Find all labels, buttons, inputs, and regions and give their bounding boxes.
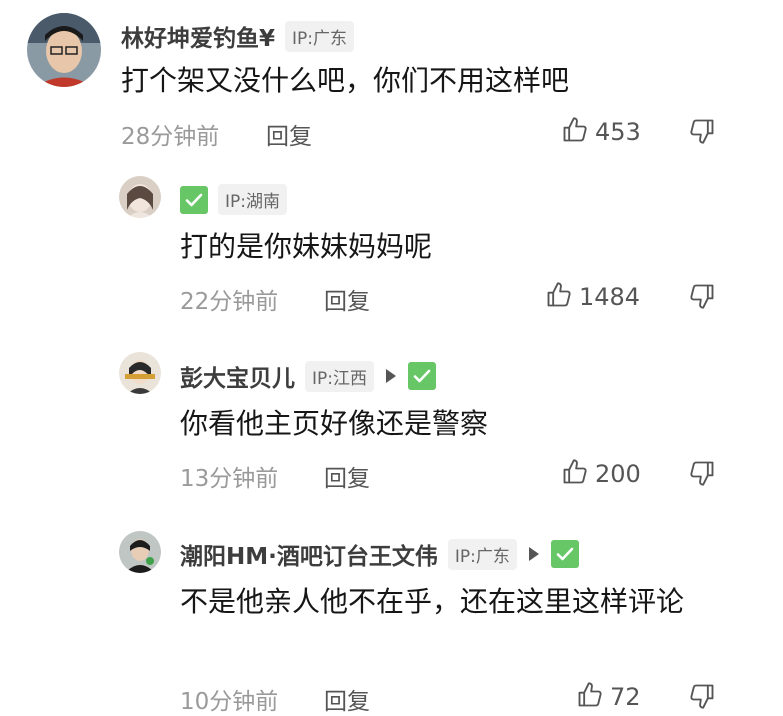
username[interactable]: 潮阳HM·酒吧订台王文伟: [180, 537, 438, 571]
like-button[interactable]: 72: [576, 681, 641, 713]
play-triangle-icon: [528, 547, 539, 561]
username[interactable]: 林好坤爱钓鱼¥: [121, 19, 275, 53]
comment-text[interactable]: 打的是你妹妹妈妈呢: [180, 224, 432, 270]
comment-timestamp: 28分钟前: [121, 124, 220, 150]
thumbs-up-icon: [576, 681, 604, 713]
reply-comment-item: 彭大宝贝儿 IP:江西 你看他主页好像还是警察 13分钟前 回复 200: [0, 330, 783, 510]
reply-comment-item: IP:湖南 打的是你妹妹妈妈呢 22分钟前 回复 1484: [0, 160, 783, 330]
like-count: 72: [610, 683, 641, 711]
ip-location-badge: IP:广东: [447, 538, 517, 570]
reply-button[interactable]: 回复: [266, 117, 312, 151]
reply-button[interactable]: 回复: [324, 459, 370, 493]
like-count: 1484: [579, 283, 641, 311]
like-button[interactable]: 1484: [545, 281, 640, 313]
avatar[interactable]: [119, 176, 161, 218]
avatar[interactable]: [27, 13, 101, 87]
ip-location-badge: IP:江西: [305, 360, 374, 392]
verified-check-icon: [180, 185, 208, 214]
comment-timestamp: 13分钟前: [180, 466, 279, 492]
verified-check-icon: [550, 540, 579, 568]
verified-check-icon: [408, 362, 436, 390]
comment-text[interactable]: 你看他主页好像还是警察: [180, 401, 488, 447]
comment-text[interactable]: 打个架又没什么吧，你们不用这样吧: [121, 58, 569, 104]
reply-button[interactable]: 回复: [324, 682, 370, 716]
dislike-button[interactable]: [688, 681, 716, 715]
like-button[interactable]: 453: [561, 116, 641, 148]
like-count: 200: [595, 460, 641, 488]
thumbs-down-icon: [688, 461, 716, 492]
dislike-button[interactable]: [688, 458, 716, 492]
thumbs-up-icon: [561, 116, 589, 148]
thumbs-up-icon: [545, 281, 573, 313]
ip-location-badge: IP:湖南: [218, 184, 287, 215]
thumbs-down-icon: [688, 684, 716, 715]
like-button[interactable]: 200: [561, 458, 641, 490]
username[interactable]: 彭大宝贝儿: [180, 359, 295, 393]
dislike-button[interactable]: [688, 116, 716, 150]
thumbs-down-icon: [688, 119, 716, 150]
avatar[interactable]: [119, 352, 161, 394]
reply-button[interactable]: 回复: [324, 282, 370, 316]
comment-timestamp: 22分钟前: [180, 289, 279, 315]
thumbs-up-icon: [561, 458, 589, 490]
comment-timestamp: 10分钟前: [180, 689, 279, 715]
avatar[interactable]: [119, 531, 161, 573]
reply-comment-item: 潮阳HM·酒吧订台王文伟 IP:广东 不是他亲人他不在乎，还在这里这样评论 10…: [0, 510, 783, 716]
dislike-button[interactable]: [688, 281, 716, 315]
play-triangle-icon: [386, 369, 396, 383]
comment-text[interactable]: 不是他亲人他不在乎，还在这里这样评论: [180, 579, 740, 625]
comment-item: 林好坤爱钓鱼¥ IP:广东 打个架又没什么吧，你们不用这样吧 28分钟前 回复 …: [0, 0, 783, 160]
like-count: 453: [595, 118, 641, 146]
ip-location-badge: IP:广东: [285, 20, 355, 52]
thumbs-down-icon: [688, 284, 716, 315]
